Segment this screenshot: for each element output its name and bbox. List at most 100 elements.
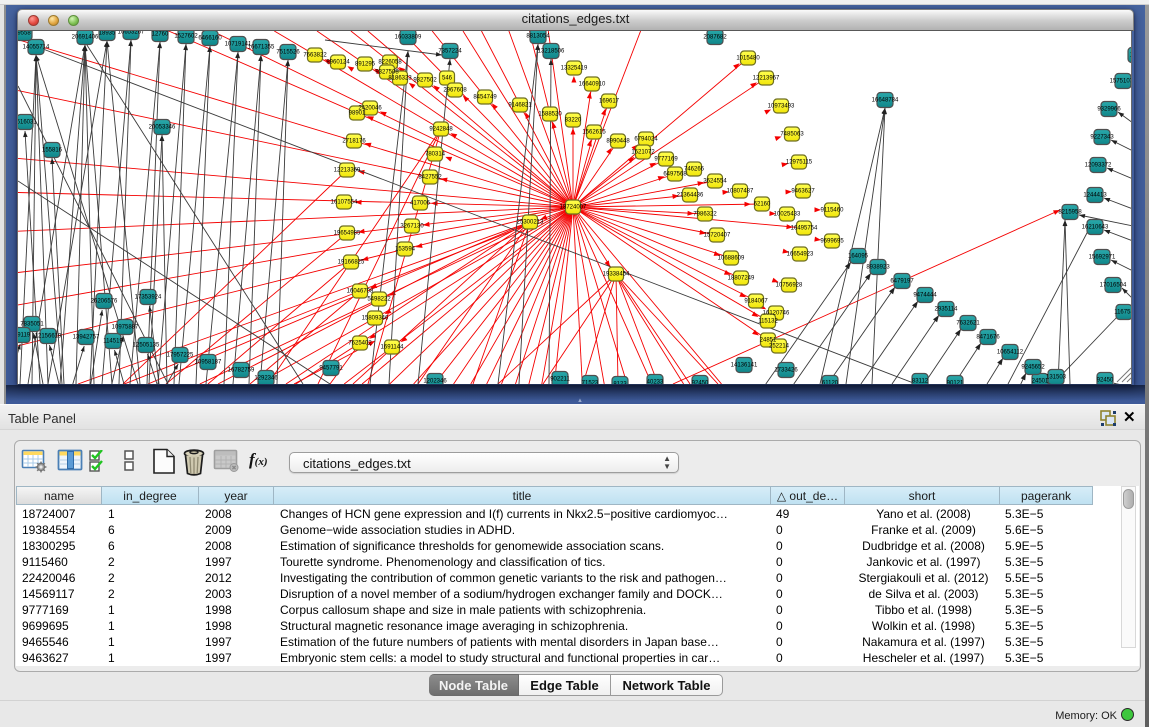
svg-text:1202346: 1202346 xyxy=(423,379,447,384)
svg-text:12213967: 12213967 xyxy=(753,76,780,82)
svg-text:8226058: 8226058 xyxy=(378,60,402,66)
svg-text:16782759: 16782759 xyxy=(228,368,255,374)
svg-text:25300213: 25300213 xyxy=(517,220,544,226)
svg-text:62160: 62160 xyxy=(754,202,771,208)
svg-text:5498222: 5498222 xyxy=(367,297,391,303)
svg-text:10975887: 10975887 xyxy=(112,325,139,331)
svg-text:131503: 131503 xyxy=(1046,375,1067,381)
svg-text:83220: 83220 xyxy=(565,118,582,124)
svg-text:16107554: 16107554 xyxy=(331,200,358,206)
svg-text:12213369: 12213369 xyxy=(334,168,361,174)
svg-text:7986322: 7986322 xyxy=(693,212,717,218)
svg-text:16033809: 16033809 xyxy=(395,35,422,41)
svg-text:9184067: 9184067 xyxy=(744,299,768,305)
svg-text:9777169: 9777169 xyxy=(654,157,678,163)
svg-text:16648784: 16648784 xyxy=(872,98,899,104)
svg-text:12760: 12760 xyxy=(152,32,169,38)
svg-text:1733426: 1733426 xyxy=(774,368,798,374)
svg-text:10807487: 10807487 xyxy=(727,189,754,195)
svg-text:92450: 92450 xyxy=(692,381,709,384)
svg-text:13325419: 13325419 xyxy=(561,66,588,72)
svg-text:6794024: 6794024 xyxy=(634,137,658,143)
svg-text:98901: 98901 xyxy=(349,111,366,117)
svg-text:15751074: 15751074 xyxy=(1110,79,1132,85)
svg-text:15809346: 15809346 xyxy=(362,316,389,322)
svg-text:9227343: 9227343 xyxy=(1090,135,1114,141)
svg-text:7835051: 7835051 xyxy=(20,322,44,328)
svg-text:10756928: 10756928 xyxy=(776,283,803,289)
svg-text:780314: 780314 xyxy=(425,152,446,158)
svg-text:19166825: 19166825 xyxy=(338,260,365,266)
svg-text:20691406: 20691406 xyxy=(72,35,99,41)
svg-text:8471676: 8471676 xyxy=(976,335,1000,341)
svg-text:17016504: 17016504 xyxy=(1100,283,1127,289)
svg-text:16046708: 16046708 xyxy=(347,289,374,295)
svg-text:21364436: 21364436 xyxy=(677,193,704,199)
svg-text:7485063: 7485063 xyxy=(780,132,804,138)
svg-text:2718176: 2718176 xyxy=(342,139,366,145)
svg-text:746266: 746266 xyxy=(684,167,705,173)
svg-text:9463627: 9463627 xyxy=(791,189,815,195)
svg-text:9329966: 9329966 xyxy=(1097,107,1121,113)
svg-text:8123: 8123 xyxy=(613,382,627,384)
svg-text:1691144: 1691144 xyxy=(381,345,405,351)
svg-text:16640910: 16640910 xyxy=(579,82,606,88)
svg-text:164095: 164095 xyxy=(848,254,869,260)
svg-text:8990448: 8990448 xyxy=(606,139,630,145)
svg-text:8186323: 8186323 xyxy=(388,76,412,82)
svg-text:18807249: 18807249 xyxy=(728,276,755,282)
svg-text:40233: 40233 xyxy=(647,380,664,384)
svg-text:9327502: 9327502 xyxy=(413,78,437,84)
svg-text:20053346: 20053346 xyxy=(149,125,176,131)
svg-text:9146821: 9146821 xyxy=(508,103,532,109)
svg-text:6466160: 6466160 xyxy=(198,36,222,42)
svg-text:19654985: 19654985 xyxy=(334,231,361,237)
svg-text:10653267: 10653267 xyxy=(118,31,145,36)
svg-text:9115460: 9115460 xyxy=(821,208,845,214)
svg-text:2967608: 2967608 xyxy=(443,88,467,94)
svg-text:8960124: 8960124 xyxy=(326,60,350,66)
svg-text:9699695: 9699695 xyxy=(820,239,844,245)
svg-text:153594: 153594 xyxy=(395,247,416,253)
svg-text:9558: 9558 xyxy=(18,31,31,37)
svg-text:16120746: 16120746 xyxy=(763,311,790,317)
svg-text:902211: 902211 xyxy=(550,377,570,383)
svg-text:39119: 39119 xyxy=(18,333,31,339)
svg-text:90121: 90121 xyxy=(947,381,964,384)
svg-text:1112: 1112 xyxy=(1130,53,1132,59)
svg-text:1015480: 1015480 xyxy=(736,56,760,62)
svg-text:7357224: 7357224 xyxy=(438,49,462,55)
svg-text:3267130: 3267130 xyxy=(400,224,424,230)
svg-text:8215958: 8215958 xyxy=(1058,210,1082,216)
svg-text:8813054: 8813054 xyxy=(526,34,550,40)
svg-text:26206576: 26206576 xyxy=(91,299,118,305)
svg-text:10025433: 10025433 xyxy=(774,212,801,218)
svg-text:9245652: 9245652 xyxy=(1021,365,1045,371)
svg-text:7663822: 7663822 xyxy=(303,53,327,59)
svg-text:1244413: 1244413 xyxy=(1083,193,1107,199)
svg-text:10973493: 10973493 xyxy=(768,104,795,110)
svg-text:546: 546 xyxy=(442,76,453,82)
svg-text:8454749: 8454749 xyxy=(473,95,497,101)
svg-text:18935: 18935 xyxy=(99,31,116,37)
svg-text:2087682: 2087682 xyxy=(703,35,727,41)
svg-text:417006: 417006 xyxy=(410,201,431,207)
svg-text:1292346: 1292346 xyxy=(254,376,278,382)
svg-text:15720407: 15720407 xyxy=(704,233,731,239)
svg-text:17957225: 17957225 xyxy=(167,353,194,359)
svg-text:1527602: 1527602 xyxy=(174,34,198,40)
svg-text:116753: 116753 xyxy=(1114,310,1132,316)
svg-text:18724007: 18724007 xyxy=(560,205,587,211)
svg-text:10958187: 10958187 xyxy=(195,360,222,366)
svg-text:1562615: 1562615 xyxy=(582,130,606,136)
svg-text:8427552: 8427552 xyxy=(418,175,442,181)
svg-text:252214: 252214 xyxy=(769,344,790,350)
svg-text:2616031: 2616031 xyxy=(18,120,37,126)
svg-text:16671355: 16671355 xyxy=(248,45,275,51)
svg-text:13218506: 13218506 xyxy=(538,49,565,55)
svg-text:12975115: 12975115 xyxy=(786,160,813,166)
svg-text:71523: 71523 xyxy=(582,381,599,384)
svg-text:6479197: 6479197 xyxy=(890,279,914,285)
svg-text:16210643: 16210643 xyxy=(1082,225,1109,231)
svg-text:10688609: 10688609 xyxy=(718,256,745,262)
